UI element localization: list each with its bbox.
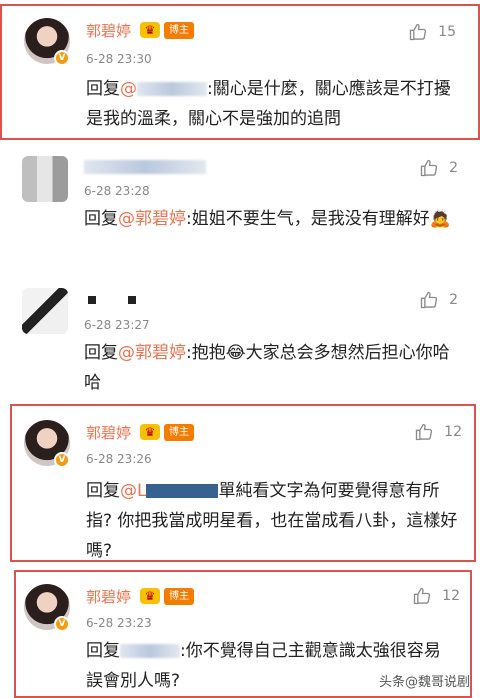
reply-prefix: 回复 <box>86 79 120 99</box>
comment-text: 回复@郭碧婷:姐姐不要生气，是我没有理解好🙇 <box>84 204 454 234</box>
thumb-up-icon <box>410 23 427 41</box>
comment-text: 回复@郭碧婷:抱抱😂大家总会多想然后担心你哈哈 <box>84 338 454 398</box>
owner-badge: 博主 <box>164 424 194 441</box>
owner-badge: 博主 <box>164 22 194 39</box>
timestamp: 6-28 23:30 <box>86 52 152 66</box>
thumb-up-icon <box>420 159 438 177</box>
timestamp: 6-28 23:28 <box>84 184 150 198</box>
like-button[interactable]: 15 <box>408 22 456 42</box>
verified-badge-icon: V <box>54 616 70 632</box>
like-button[interactable]: 2 <box>419 290 458 310</box>
comment-3: 6-28 23:27 2 回复@郭碧婷:抱抱😂大家总会多想然后担心你哈哈 <box>0 282 480 404</box>
thumb-up-icon <box>420 291 438 309</box>
blurred-username <box>120 644 180 658</box>
avatar[interactable] <box>22 288 68 334</box>
avatar[interactable] <box>22 156 68 202</box>
commenter-name[interactable]: 郭碧婷 <box>86 20 131 41</box>
like-button[interactable]: 2 <box>419 158 458 178</box>
verified-badge-icon: V <box>54 50 70 66</box>
thumb-up-icon <box>416 423 433 441</box>
reply-content: :姐姐不要生气，是我没有理解好🙇 <box>186 209 451 229</box>
like-count: 15 <box>438 24 456 40</box>
verified-badge-icon: V <box>54 452 70 468</box>
commenter-name[interactable]: 郭碧婷 <box>86 422 131 443</box>
watermark: 头条@魏哥说剧 <box>378 675 470 690</box>
blurred-username <box>137 82 207 96</box>
reply-prefix: 回复 <box>84 343 118 363</box>
like-count: 2 <box>449 160 458 176</box>
like-count: 12 <box>444 424 462 440</box>
comment-text: 回复@L 單純看文字為何要覺得意有所指? 你把我當成明星看，也在當成看八卦，這樣好… <box>86 476 458 566</box>
like-button[interactable]: 12 <box>412 586 460 606</box>
blurred-username <box>84 160 206 174</box>
mention-link[interactable]: @郭碧婷 <box>118 343 186 363</box>
timestamp: 6-28 23:26 <box>86 452 152 466</box>
comment-2: 6-28 23:28 2 回复@郭碧婷:姐姐不要生气，是我没有理解好🙇 <box>0 144 480 282</box>
timestamp: 6-28 23:23 <box>86 616 152 630</box>
blurred-username <box>146 484 219 498</box>
crown-icon: ♛ <box>140 22 160 38</box>
commenter-name[interactable]: 郭碧婷 <box>86 586 131 607</box>
mention-link[interactable]: @ <box>120 79 137 99</box>
like-count: 2 <box>449 292 458 308</box>
timestamp: 6-28 23:27 <box>84 318 150 332</box>
mention-link[interactable]: @L <box>120 481 146 501</box>
comment-1: V 郭碧婷 ♛ 博主 6-28 23:30 15 回复@:關心是什麼，關心應該是… <box>0 4 480 140</box>
like-button[interactable]: 12 <box>414 422 462 442</box>
mention-link[interactable]: @郭碧婷 <box>118 209 186 229</box>
blurred-username <box>88 296 96 304</box>
owner-badge: 博主 <box>164 588 194 605</box>
blurred-username-2 <box>128 296 136 304</box>
reply-prefix: 回复 <box>84 209 118 229</box>
comment-4: V 郭碧婷 ♛ 博主 6-28 23:26 12 回复@L 單純看文字為何要覺得意… <box>10 404 476 562</box>
reply-prefix: 回复 <box>86 641 120 661</box>
like-count: 12 <box>442 588 460 604</box>
crown-icon: ♛ <box>140 424 160 440</box>
comment-text: 回复@:關心是什麼，關心應該是不打擾是我的溫柔，關心不是強加的追問 <box>86 74 452 134</box>
crown-icon: ♛ <box>140 588 160 604</box>
reply-prefix: 回复 <box>86 481 120 501</box>
thumb-up-icon <box>414 587 431 605</box>
